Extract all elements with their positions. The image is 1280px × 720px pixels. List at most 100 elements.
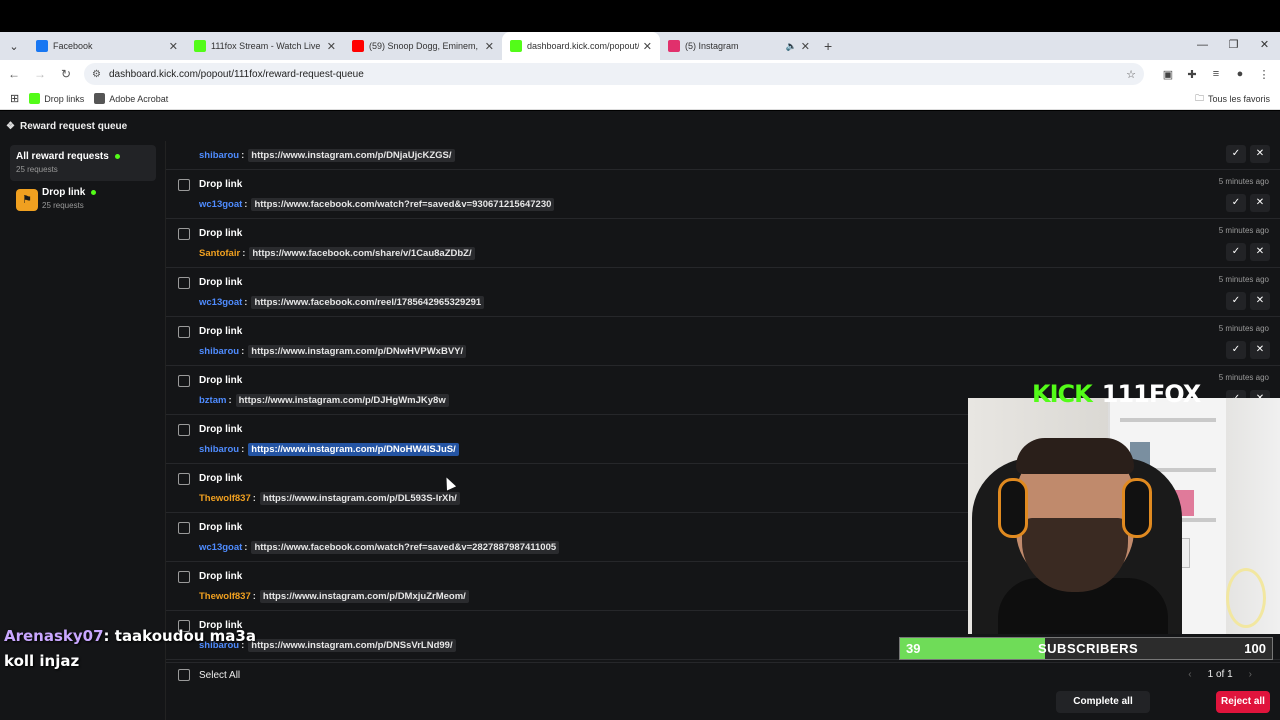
request-username[interactable]: Thewolf837 [199,493,251,504]
approve-button[interactable]: ✓ [1226,243,1246,261]
tab-search-icon[interactable]: ⌄ [0,40,28,53]
request-username[interactable]: shibarou [199,150,239,161]
bookmark-item[interactable]: Adobe Acrobat [94,93,168,104]
forward-icon[interactable]: → [28,67,52,81]
request-line: shibarou: https://www.instagram.com/p/DNo… [199,443,459,456]
browser-tab[interactable]: (5) Instagram 🔈 ✕ [660,32,818,60]
profile-avatar-icon[interactable]: ● [1228,68,1252,81]
tab-close-icon[interactable]: ✕ [485,40,494,53]
complete-all-button[interactable]: Complete all [1056,691,1150,713]
close-window-icon[interactable]: ✕ [1249,32,1280,60]
browser-menu-icon[interactable]: ⋮ [1252,68,1276,81]
request-username[interactable]: shibarou [199,346,239,357]
request-link[interactable]: https://www.instagram.com/p/DNSsVrLNd99/ [248,639,456,652]
reject-button[interactable]: ✕ [1250,243,1270,261]
browser-tab[interactable]: 111fox Stream - Watch Live on ✕ [186,32,344,60]
request-line: Santofair: https://www.facebook.com/share… [199,247,475,260]
approve-button[interactable]: ✓ [1226,145,1246,163]
request-checkbox[interactable] [178,228,190,240]
reject-button[interactable]: ✕ [1250,292,1270,310]
request-username[interactable]: shibarou [199,444,239,455]
request-time: 5 minutes ago [1218,324,1269,333]
tab-close-icon[interactable]: ✕ [327,40,336,53]
tab-favicon-icon [510,40,522,52]
approve-button[interactable]: ✓ [1226,341,1246,359]
sidebar-item-all-requests[interactable]: All reward requests 25 requests [10,145,156,181]
request-link[interactable]: https://www.facebook.com/reel/1785642965… [251,296,485,309]
url-input[interactable]: ⚙ dashboard.kick.com/popout/111fox/rewar… [84,63,1144,85]
sidebar-item-drop-link[interactable]: ⚑ Drop link 25 requests [10,181,156,217]
reject-button[interactable]: ✕ [1250,341,1270,359]
request-link[interactable]: https://www.instagram.com/p/DNwHVPWxBVY/ [248,345,467,358]
all-favorites-label: Tous les favoris [1207,93,1270,104]
apps-grid-icon[interactable]: ⊞ [10,92,19,105]
back-icon[interactable]: ← [2,67,26,81]
request-link[interactable]: https://www.facebook.com/watch?ref=saved… [251,541,560,554]
bookmark-item[interactable]: Drop links [29,93,84,104]
request-link[interactable]: https://www.facebook.com/share/v/1Cau8aZ… [249,247,475,260]
request-link[interactable]: https://www.instagram.com/p/DMxjuZrMeom/ [259,590,469,603]
new-tab-icon[interactable]: + [824,38,832,54]
reject-all-button[interactable]: Reject all [1216,691,1270,713]
request-actions: ✓✕ [1222,341,1270,359]
request-link[interactable]: https://www.instagram.com/p/DJHgWmJKy8w [235,394,449,407]
sidebar-item-count: 25 requests [42,201,84,210]
request-title: Drop link [199,522,243,533]
page-title: Reward request queue [19,120,128,132]
request-checkbox[interactable] [178,375,190,387]
request-link[interactable]: https://www.instagram.com/p/DNjaUjcKZGS/ [248,149,455,162]
reject-button[interactable]: ✕ [1250,145,1270,163]
request-checkbox[interactable] [178,326,190,338]
puzzle-icon[interactable]: ✚ [1180,68,1204,81]
request-link[interactable]: https://www.instagram.com/p/DNoHW4lSJuS/ [248,443,459,456]
tab-audio-icon[interactable]: 🔈 [786,41,797,52]
request-link[interactable]: https://www.facebook.com/watch?ref=saved… [251,198,555,211]
approve-button[interactable]: ✓ [1226,292,1246,310]
request-title: Drop link [199,424,243,435]
request-username[interactable]: Santofair [199,248,240,259]
request-row: Drop link shibarou: https://www.instagram.… [166,317,1280,366]
tab-close-icon[interactable]: ✕ [801,40,810,53]
reload-icon[interactable]: ↻ [54,67,78,81]
bookmark-star-icon[interactable]: ☆ [1126,68,1136,81]
url-text: dashboard.kick.com/popout/111fox/reward-… [108,68,364,80]
tab-favicon-icon [36,40,48,52]
request-username[interactable]: Thewolf837 [199,591,251,602]
request-actions: ✓✕ [1222,194,1270,212]
prev-page-icon[interactable]: ‹ [1188,669,1191,680]
request-checkbox[interactable] [178,277,190,289]
request-line: shibarou: https://www.instagram.com/p/DNw… [199,345,467,358]
request-checkbox[interactable] [178,571,190,583]
media-icon[interactable]: ≡ [1204,68,1228,81]
request-title: Drop link [199,179,243,190]
request-title: Drop link [199,277,243,288]
browser-tab[interactable]: Facebook ✕ [28,32,186,60]
request-checkbox[interactable] [178,473,190,485]
request-checkbox[interactable] [178,522,190,534]
tab-close-icon[interactable]: ✕ [643,40,652,53]
online-dot-icon [91,190,97,195]
restore-icon[interactable]: ❐ [1218,32,1249,60]
request-link[interactable]: https://www.instagram.com/p/DL593S-lrXh/ [259,492,460,505]
all-favorites[interactable]: 🗀 Tous les favoris [1195,91,1270,107]
bookmark-icon [94,93,106,104]
request-username[interactable]: wc13goat [199,297,242,308]
tab-title: dashboard.kick.com/popout/11 [527,41,639,51]
browser-tab[interactable]: dashboard.kick.com/popout/11 ✕ [502,32,660,60]
request-username[interactable]: wc13goat [199,199,242,210]
next-page-icon[interactable]: › [1249,669,1252,680]
request-checkbox[interactable] [178,424,190,436]
request-username[interactable]: wc13goat [199,542,242,553]
browser-tab[interactable]: (59) Snoop Dogg, Eminem, Ice ✕ [344,32,502,60]
approve-button[interactable]: ✓ [1226,194,1246,212]
minimize-icon[interactable]: — [1187,32,1218,60]
tab-favicon-icon [194,40,206,52]
request-username[interactable]: bztam [199,395,226,406]
request-checkbox[interactable] [178,179,190,191]
extension-icon[interactable]: ▣ [1156,68,1180,81]
tab-close-icon[interactable]: ✕ [169,40,178,53]
chat-overlay-message: Arenasky07: taakoudou ma3a koll injaz [4,624,264,674]
reject-button[interactable]: ✕ [1250,194,1270,212]
bookmark-label: Drop links [44,93,85,104]
site-settings-icon[interactable]: ⚙ [92,69,101,80]
